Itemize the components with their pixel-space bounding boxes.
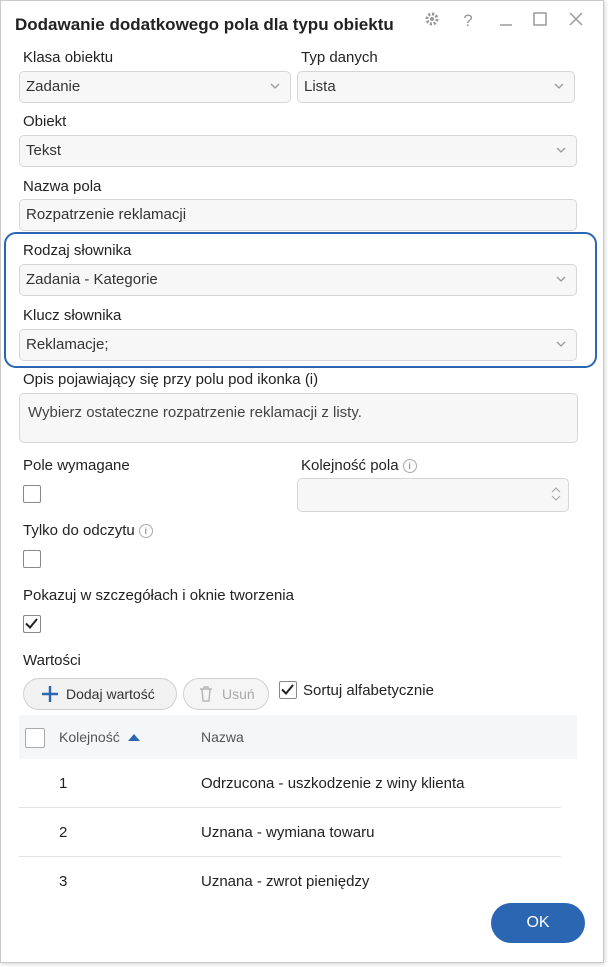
info-icon[interactable]: i [402, 459, 417, 473]
row-name: Odrzucona - uszkodzenie z winy klienta [201, 775, 465, 792]
klucz-slownika-label: Klucz słownika [23, 307, 122, 324]
remove-value-label: Usuń [222, 686, 255, 702]
klucz-slownika-value: Reklamacje; [26, 336, 109, 353]
nazwa-pola-value: Rozpatrzenie reklamacji [26, 206, 187, 223]
table-header: Kolejność Nazwa [19, 715, 577, 759]
checkmark-icon [25, 618, 38, 629]
klucz-slownika-select[interactable]: Reklamacje; [19, 329, 577, 361]
column-header-name[interactable]: Nazwa [201, 729, 244, 745]
trash-icon [200, 686, 212, 702]
gear-icon[interactable] [421, 11, 443, 32]
wartosci-label: Wartości [23, 652, 81, 669]
kolejnosc-pola-label-text: Kolejność pola [301, 457, 399, 474]
rodzaj-slownika-value: Zadania - Kategorie [26, 271, 158, 288]
ok-button[interactable]: OK [491, 903, 585, 943]
nazwa-pola-input[interactable]: Rozpatrzenie reklamacji [19, 199, 577, 231]
chevron-down-icon [556, 147, 566, 153]
tylko-do-odczytu-label: Tylko do odczytu i [23, 522, 153, 539]
help-icon[interactable]: ? [457, 11, 479, 31]
row-name: Uznana - wymiana towaru [201, 824, 375, 841]
add-value-label: Dodaj wartość [66, 686, 155, 702]
klasa-obiektu-value: Zadanie [26, 78, 81, 95]
checkmark-icon [281, 684, 294, 695]
chevron-down-icon [556, 276, 566, 282]
nazwa-pola-label: Nazwa pola [23, 178, 102, 195]
typ-danych-value: Lista [304, 78, 336, 95]
row-order: 1 [59, 775, 68, 792]
close-icon[interactable] [565, 11, 587, 32]
opis-textarea[interactable]: Wybierz ostateczne rozpatrzenie reklamac… [19, 393, 578, 443]
minimize-icon[interactable] [495, 11, 517, 32]
rodzaj-slownika-select[interactable]: Zadania - Kategorie [19, 264, 577, 296]
maximize-icon[interactable] [529, 11, 551, 32]
row-order: 2 [59, 824, 68, 841]
sort-ascending-icon [127, 734, 140, 741]
column-header-order-label: Kolejność [59, 729, 120, 745]
pole-wymagane-label: Pole wymagane [23, 457, 130, 474]
sort-alphabetically-checkbox[interactable] [279, 681, 297, 699]
info-icon[interactable]: i [138, 524, 153, 538]
sort-alphabetically-label: Sortuj alfabetycznie [303, 682, 434, 699]
pokazuj-checkbox[interactable] [23, 615, 41, 633]
add-value-button[interactable]: Dodaj wartość [23, 678, 177, 710]
opis-value: Wybierz ostateczne rozpatrzenie reklamac… [28, 404, 362, 421]
klasa-obiektu-label: Klasa obiektu [23, 49, 114, 66]
typ-danych-select[interactable]: Lista [297, 71, 575, 103]
table-row[interactable]: 1 Odrzucona - uszkodzenie z winy klienta [19, 759, 561, 808]
kolejnosc-pola-label: Kolejność pola i [301, 457, 417, 474]
plus-icon [42, 686, 58, 702]
table-row[interactable]: 3 Uznana - zwrot pieniędzy [19, 857, 561, 906]
klasa-obiektu-select[interactable]: Zadanie [19, 71, 291, 103]
obiekt-value: Tekst [26, 142, 62, 159]
remove-value-button[interactable]: Usuń [183, 678, 269, 710]
obiekt-label: Obiekt [23, 113, 67, 130]
pole-wymagane-checkbox[interactable] [23, 485, 41, 503]
kolejnosc-pola-input[interactable] [297, 478, 569, 512]
row-name: Uznana - zwrot pieniędzy [201, 873, 370, 890]
column-header-order[interactable]: Kolejność [59, 729, 141, 745]
tylko-do-odczytu-checkbox[interactable] [23, 550, 41, 568]
chevron-down-icon [556, 341, 566, 347]
dialog-title: Dodawanie dodatkowego pola dla typu obie… [15, 15, 394, 34]
dialog-window: Dodawanie dodatkowego pola dla typu obie… [0, 0, 604, 963]
chevron-down-icon [554, 83, 564, 89]
obiekt-select[interactable]: Tekst [19, 135, 577, 167]
tylko-do-odczytu-label-text: Tylko do odczytu [23, 522, 135, 539]
row-order: 3 [59, 873, 68, 890]
select-all-checkbox[interactable] [25, 728, 45, 748]
typ-danych-label: Typ danych [301, 49, 378, 66]
table-row[interactable]: 2 Uznana - wymiana towaru [19, 808, 561, 857]
spinner-arrows-icon[interactable] [550, 484, 562, 504]
chevron-down-icon [270, 83, 280, 89]
opis-label: Opis pojawiający się przy polu pod ikonk… [23, 371, 319, 388]
rodzaj-slownika-label: Rodzaj słownika [23, 242, 132, 259]
pokazuj-label: Pokazuj w szczegółach i oknie tworzenia [23, 587, 294, 604]
